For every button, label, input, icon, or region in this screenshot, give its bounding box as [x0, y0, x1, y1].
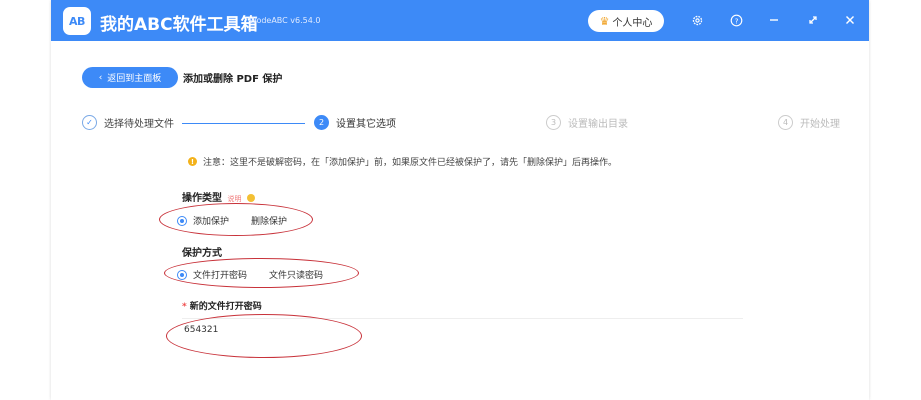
radio-open-password[interactable]	[177, 269, 187, 280]
page-title: 添加或删除 PDF 保护	[183, 74, 283, 85]
step-other-options[interactable]: 2 设置其它选项	[314, 115, 396, 130]
check-icon: ✓	[82, 115, 97, 130]
crown-icon: ♛	[599, 14, 610, 28]
radio-open-password-label[interactable]: 文件打开密码	[193, 268, 247, 281]
step-label: 设置其它选项	[336, 119, 396, 130]
step-select-files[interactable]: ✓ 选择待处理文件	[82, 115, 174, 130]
operation-radio-group: 添加保护 删除保护	[177, 214, 287, 227]
minimize-icon[interactable]	[764, 10, 784, 30]
step-connector	[182, 123, 305, 124]
user-center-button[interactable]: ♛ 个人中心	[588, 10, 664, 32]
operation-hint-link[interactable]: 说明	[227, 195, 241, 203]
radio-add-protection-label[interactable]: 添加保护	[193, 214, 229, 227]
help-icon[interactable]: ?	[726, 10, 746, 30]
svg-text:?: ?	[734, 16, 738, 25]
close-icon[interactable]	[840, 10, 860, 30]
operation-type-label: 操作类型 说明	[182, 189, 255, 204]
back-button-label: 返回到主面板	[107, 74, 162, 84]
step-label: 设置输出目录	[568, 119, 628, 130]
radio-add-protection[interactable]	[177, 215, 187, 226]
back-to-main-button[interactable]: ‹ 返回到主面板	[82, 67, 178, 88]
protection-radio-group: 文件打开密码 文件只读密码	[177, 268, 323, 281]
notice: ! 注意：这里不是破解密码，在「添加保护」前，如果原文件已经被保护了，请先「删除…	[188, 155, 617, 168]
required-mark: *	[182, 302, 187, 312]
chevron-left-icon: ‹	[98, 72, 103, 83]
step-start-processing[interactable]: 4 开始处理	[778, 115, 840, 130]
app-version: WodeABC v6.54.0	[249, 16, 321, 25]
protection-mode-label: 保护方式	[182, 248, 222, 259]
new-password-title: 新的文件打开密码	[189, 302, 262, 312]
step-label: 开始处理	[800, 119, 840, 130]
radio-readonly-password-label[interactable]: 文件只读密码	[269, 268, 323, 281]
step-label: 选择待处理文件	[104, 119, 174, 130]
gear-icon[interactable]	[687, 10, 707, 30]
new-password-label: * 新的文件打开密码	[182, 299, 262, 312]
app-logo-text: AB	[69, 14, 85, 28]
radio-remove-protection-label[interactable]: 删除保护	[251, 214, 287, 227]
notice-text: 注意：这里不是破解密码，在「添加保护」前，如果原文件已经被保护了，请先「删除保护…	[203, 158, 618, 168]
warning-icon: !	[188, 157, 197, 166]
help-dot-icon[interactable]	[246, 194, 255, 202]
restore-icon[interactable]	[803, 10, 823, 30]
operation-type-title: 操作类型	[182, 193, 222, 204]
app-logo: AB	[63, 7, 91, 35]
app-title: 我的ABC软件工具箱	[100, 15, 258, 35]
app-window: AB 我的ABC软件工具箱 WodeABC v6.54.0 ♛ 个人中心 ? ‹…	[51, 0, 869, 400]
step-number: 2	[314, 115, 329, 130]
step-output-dir[interactable]: 3 设置输出目录	[546, 115, 628, 130]
radio-selected-dot	[180, 218, 184, 223]
step-number: 4	[778, 115, 793, 130]
radio-selected-dot	[180, 272, 184, 277]
step-number: 3	[546, 115, 561, 130]
new-password-input[interactable]	[182, 318, 743, 340]
user-center-label: 个人中心	[612, 17, 653, 29]
title-bar: AB 我的ABC软件工具箱 WodeABC v6.54.0 ♛ 个人中心 ?	[51, 0, 869, 41]
